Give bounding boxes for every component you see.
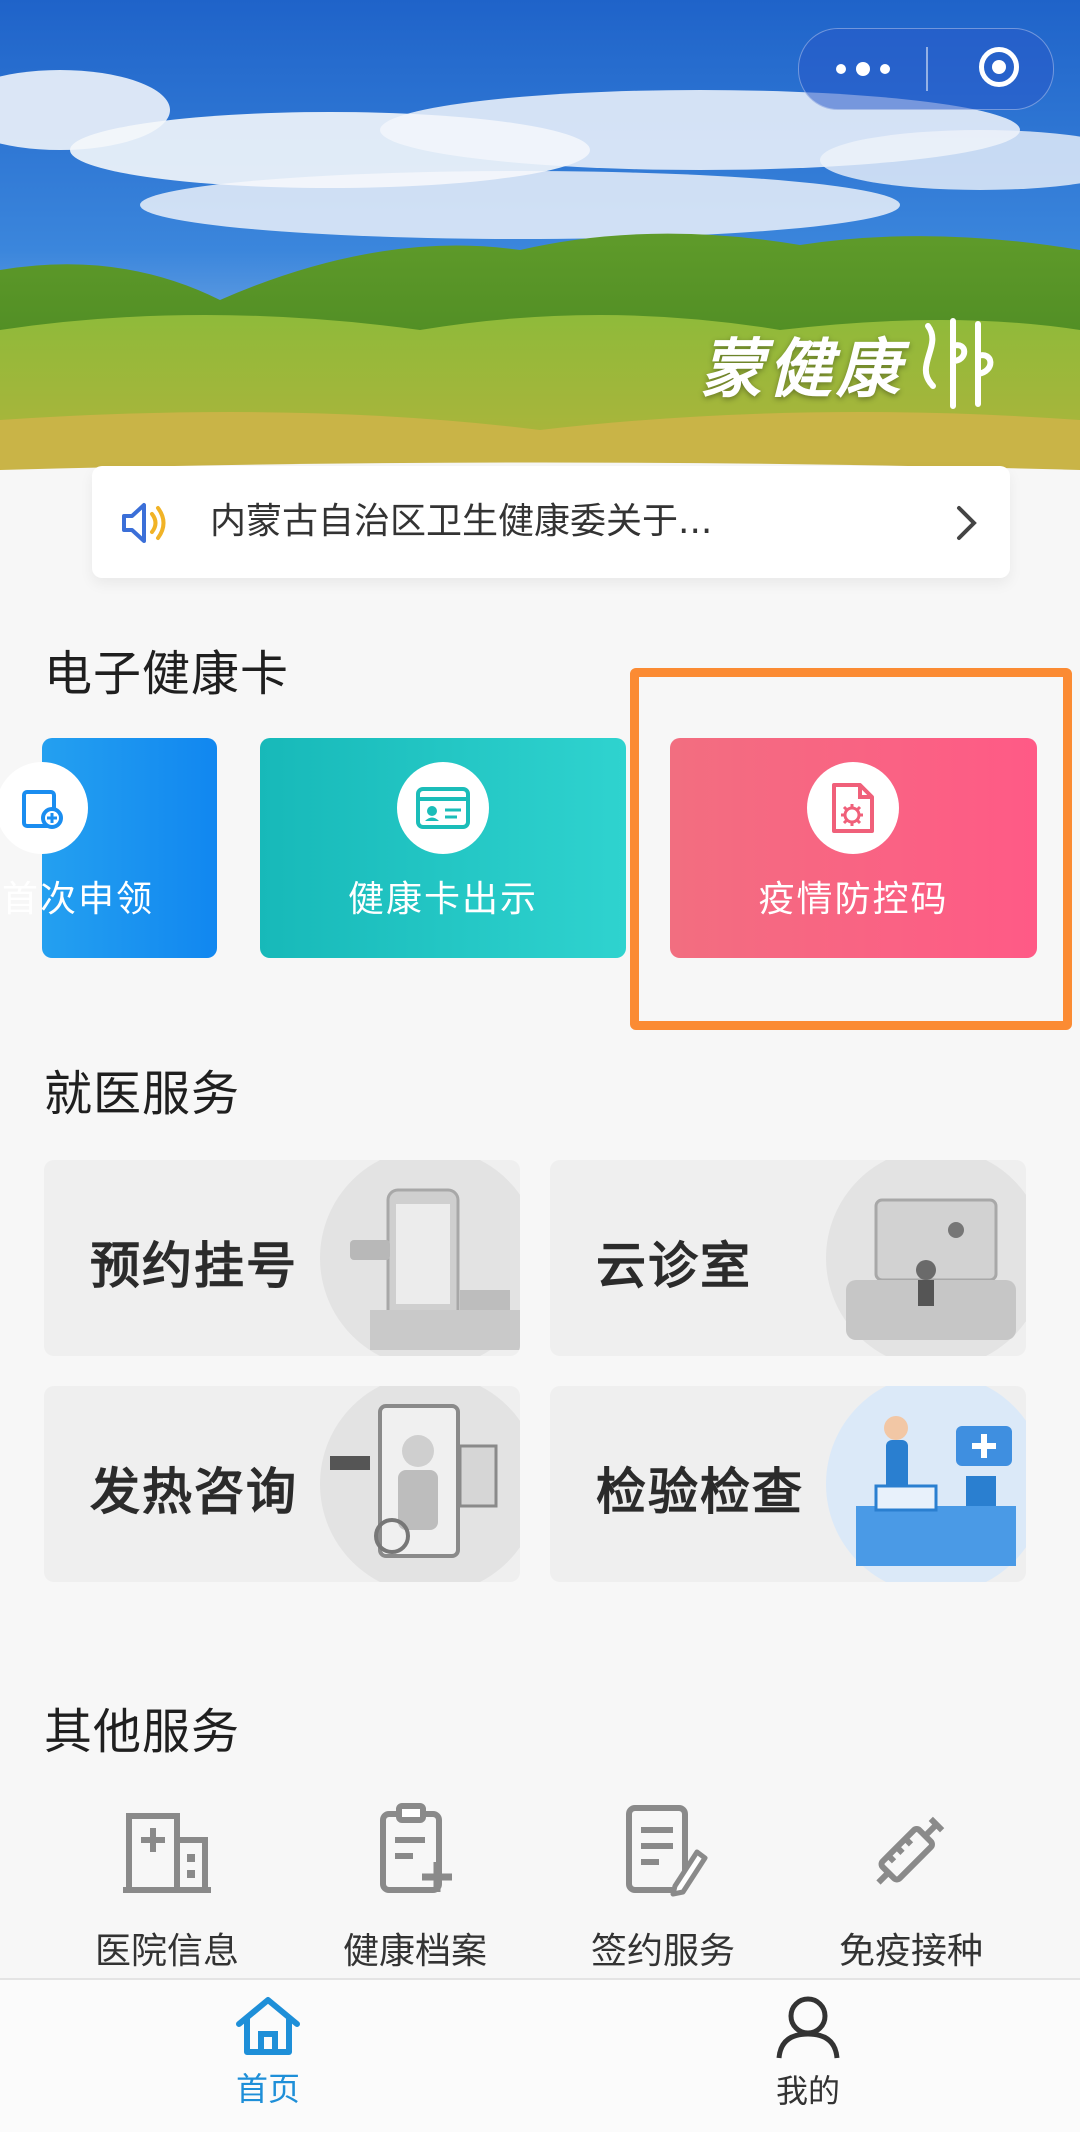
service-label: 免疫接种: [838, 1931, 983, 1972]
tile-label: 首次申领: [2, 879, 155, 920]
id-card-icon: [397, 762, 489, 854]
card-label: 发热咨询: [90, 1463, 298, 1521]
tile-first-apply[interactable]: 首次申领: [0, 738, 217, 958]
miniprogram-capsule: [798, 28, 1054, 110]
highlight-frame: [630, 668, 1072, 1030]
contract-icon: [626, 1805, 708, 1897]
tab-home[interactable]: 首页: [168, 1994, 368, 2110]
card-label: 云诊室: [596, 1237, 752, 1295]
close-miniprogram-button[interactable]: [979, 47, 1019, 87]
tab-me-label: 我的: [775, 2072, 840, 2110]
card-label: 检验检查: [596, 1463, 804, 1521]
user-icon: [776, 1996, 840, 2059]
vaccine-icon: [876, 1816, 945, 1885]
service-health-records[interactable]: 健康档案: [300, 1800, 530, 1974]
notice-text: 内蒙古自治区卫生健康委关于...: [210, 501, 713, 542]
brand-title: 蒙健康: [700, 332, 904, 407]
bottom-tab-bar: 首页 我的: [0, 1978, 1080, 2132]
card-fever-consult[interactable]: 发热咨询: [44, 1386, 520, 1582]
more-menu-button[interactable]: [799, 29, 926, 109]
lab-test-illustration: [826, 1386, 1026, 1582]
speaker-icon: [122, 503, 166, 543]
health-record-icon: [380, 1803, 452, 1893]
card-cloud-clinic[interactable]: 云诊室: [550, 1160, 1026, 1356]
hospital-icon: [123, 1813, 211, 1893]
tab-home-label: 首页: [235, 2070, 300, 2108]
phone-booking-illustration: [320, 1160, 520, 1356]
section-title-medical: 就医服务: [44, 1066, 241, 1122]
card-apply-icon: [0, 762, 88, 854]
doctor-screen-illustration: [320, 1386, 520, 1582]
tile-label: 健康卡出示: [347, 879, 538, 920]
mongolian-script-logo: [922, 318, 994, 409]
online-consult-illustration: [826, 1160, 1026, 1356]
section-title-other: 其他服务: [44, 1704, 241, 1760]
service-label: 健康档案: [342, 1931, 487, 1972]
service-hospital-info[interactable]: 医院信息: [52, 1800, 282, 1974]
service-label: 医院信息: [94, 1931, 239, 1972]
service-vaccination[interactable]: 免疫接种: [796, 1800, 1026, 1974]
tab-me[interactable]: 我的: [708, 1994, 908, 2112]
chevron-right-icon: [957, 506, 977, 540]
home-icon: [236, 1997, 300, 2055]
service-contract[interactable]: 签约服务: [548, 1800, 778, 1974]
notice-bar[interactable]: 内蒙古自治区卫生健康委关于...: [92, 466, 1010, 578]
section-title-health-card: 电子健康卡: [44, 646, 290, 702]
card-appointment[interactable]: 预约挂号: [44, 1160, 520, 1356]
service-label: 签约服务: [590, 1931, 735, 1972]
card-lab-tests[interactable]: 检验检查: [550, 1386, 1026, 1582]
tile-show-health-card[interactable]: 健康卡出示: [260, 738, 626, 958]
hero-banner: 蒙健康: [0, 0, 1080, 500]
card-label: 预约挂号: [90, 1237, 298, 1295]
